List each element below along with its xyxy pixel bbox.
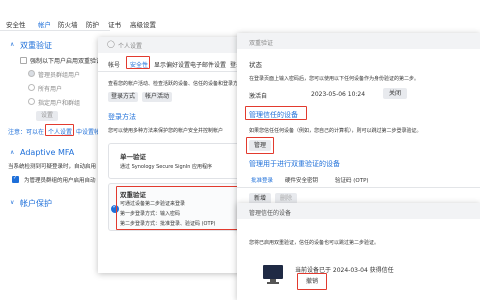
two-step-header (237, 33, 480, 49)
status-desc: 在登录页面上输入密码后，您可以使用以下任何设备作为身份验证的第二步。 (249, 76, 420, 82)
radio-specific-label: 指定用户和群组 (38, 100, 81, 107)
adaptive-chevron-icon[interactable]: ∧ (10, 149, 14, 156)
ptab-email[interactable]: 电子邮件设置 (190, 60, 226, 69)
tab-account[interactable]: 帐户 (38, 19, 51, 29)
radio-specific[interactable] (28, 98, 35, 105)
enabled-date: 2023-05-06 10:24 (311, 91, 366, 98)
radio-all-users-label: 所有用户 (38, 86, 63, 93)
stab-otp[interactable]: 验证码 (OTP) (335, 176, 369, 184)
status-label: 状态 (249, 61, 262, 69)
enabled-label: 激活自 (249, 93, 268, 100)
monitor-icon (263, 265, 283, 279)
personal-settings-window: 个人设置 ◯ 帐号 安全性 显示偏好设置 电子邮件设置 登录 查看您的帐户活动、… (98, 37, 253, 273)
enforce-checkbox[interactable] (20, 57, 27, 64)
collapse-chevron-icon[interactable]: ∧ (10, 41, 14, 48)
personal-settings-title: 个人设置 (118, 43, 143, 50)
highlight-personal-link (45, 124, 74, 136)
trusted-devices-title: 管理信任的设备 (249, 210, 292, 217)
highlight-revoke-button (297, 273, 327, 290)
single-auth-title: 单一验证 (120, 153, 146, 161)
user-icon: ◯ (107, 40, 115, 48)
highlight-manage-trusted (245, 106, 307, 120)
highlight-two-factor-card (116, 186, 253, 230)
security-desc: 查看您的帐户活动、检查活跃的设备、信任的设备和登录方式 (108, 81, 244, 87)
radio-all-users[interactable] (28, 84, 35, 91)
single-auth-card[interactable] (108, 143, 253, 179)
enforce-label: 强制以下用户启用双重验证 (30, 58, 103, 65)
check-icon: ✓ (13, 175, 18, 181)
login-method-button[interactable]: 登录方式 (108, 92, 138, 102)
tab-security[interactable]: 安全性 (6, 19, 26, 29)
adaptive-section-title: Adaptive MFA (20, 148, 75, 157)
stab-approve[interactable]: 批准登录 (251, 176, 273, 184)
adaptive-check-label: 为管理员群组的用户启用自动 (24, 178, 96, 184)
login-method-title: 登录方法 (108, 113, 136, 121)
tab-advanced[interactable]: 高级设置 (130, 19, 156, 29)
tab-firewall[interactable]: 防火墙 (58, 19, 78, 29)
tab-protection[interactable]: 防护 (86, 19, 99, 29)
radio-admin-group-label: 管理员群组用户 (38, 72, 81, 79)
manage-2fa-devices-title: 管理用于进行双重验证的设备 (249, 160, 340, 168)
two-step-window: 双重验证 状态 在登录页面上输入密码后，您可以使用以下任何设备作为身份验证的第二… (237, 33, 480, 229)
manage-desc: 如果您信任任何设备（例如，您自己的计算机），则可以跳过第二步登录验证。 (249, 128, 422, 134)
monitor-base (267, 282, 279, 284)
highlight-manage-button (246, 137, 274, 154)
ptab-display[interactable]: 显示偏好设置 (154, 60, 190, 69)
adaptive-desc: 当系统检测到可疑登录时，自动启用 (8, 164, 97, 170)
login-method-desc: 您可以使用多种方法来保护您的帐户安全并控制帐户 (108, 128, 224, 134)
ptab-account[interactable]: 帐号 (108, 60, 120, 69)
note-prefix: 注意：可以在 (8, 129, 45, 136)
account-protect-title: 帐户保护 (20, 199, 52, 208)
radio-admin-group[interactable] (28, 70, 35, 77)
two-step-title: 双重验证 (249, 40, 274, 47)
trusted-devices-window: 管理信任的设备 您将已启用双重验证，信任的设备也可以跳过第二步验证。 当前设备已… (237, 203, 480, 300)
account-protect-chevron-icon[interactable]: ∨ (10, 199, 14, 206)
account-activity-button[interactable]: 帐户活动 (142, 92, 172, 102)
disable-button[interactable]: 关闭 (383, 88, 407, 99)
stab-hardware-key[interactable]: 硬件安全密钥 (285, 176, 318, 184)
tab-certificate[interactable]: 证书 (108, 19, 121, 29)
two-factor-section-title: 双重验证 (20, 41, 52, 50)
settings-button[interactable]: 设置 (36, 111, 58, 121)
trusted-devices-desc: 您将已启用双重验证，信任的设备也可以跳过第二步验证。 (249, 240, 380, 246)
highlight-security-tab (126, 56, 150, 69)
single-auth-desc: 通过 Synology Secure SignIn 应用程序 (120, 164, 213, 170)
